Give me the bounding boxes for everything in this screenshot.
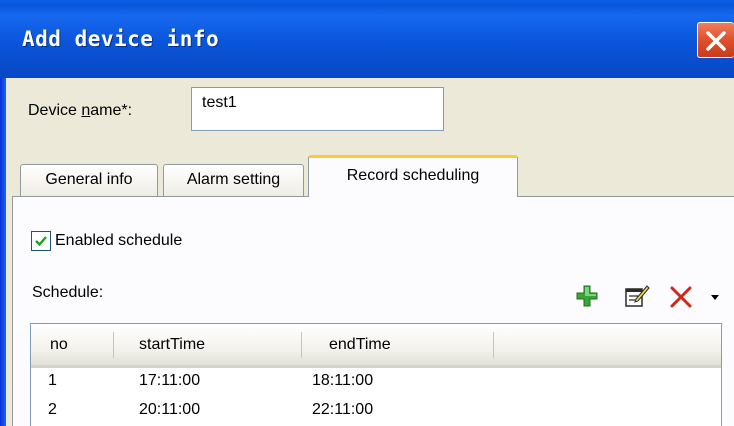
enabled-schedule-label: Enabled schedule bbox=[55, 232, 183, 249]
device-name-value: test1 bbox=[202, 94, 237, 111]
column-divider[interactable] bbox=[493, 332, 494, 358]
dropdown-arrow-icon[interactable] bbox=[709, 292, 721, 302]
cell-starttime: 17:11:00 bbox=[139, 372, 201, 389]
tab-alarm-setting[interactable]: Alarm setting bbox=[163, 164, 304, 196]
close-button[interactable] bbox=[697, 22, 734, 58]
device-name-label: Device name*: bbox=[28, 102, 133, 119]
enabled-schedule-checkbox[interactable] bbox=[31, 231, 51, 251]
schedule-table[interactable]: no startTime endTime 1 17:11:00 18:11:00… bbox=[30, 323, 722, 426]
close-icon bbox=[706, 31, 726, 51]
tab-record-scheduling[interactable]: Record scheduling bbox=[308, 155, 518, 197]
cell-starttime: 20:11:00 bbox=[139, 401, 201, 418]
column-header-endtime[interactable]: endTime bbox=[329, 336, 391, 354]
window-title: Add device info bbox=[22, 27, 220, 51]
delete-icon[interactable] bbox=[668, 284, 694, 310]
device-name-input[interactable]: test1 bbox=[191, 87, 444, 131]
title-bar: Add device info bbox=[0, 0, 734, 78]
column-header-starttime[interactable]: startTime bbox=[139, 336, 205, 354]
add-icon[interactable] bbox=[575, 284, 599, 308]
access-key-letter: n bbox=[81, 102, 91, 119]
checkmark-icon bbox=[35, 236, 47, 247]
schedule-label: Schedule: bbox=[32, 284, 104, 301]
cell-no: 1 bbox=[48, 372, 57, 389]
column-header-no[interactable]: no bbox=[50, 336, 68, 354]
cell-no: 2 bbox=[48, 401, 57, 418]
edit-icon[interactable] bbox=[624, 283, 650, 309]
table-header: no startTime endTime bbox=[31, 324, 721, 368]
tab-general-info[interactable]: General info bbox=[20, 164, 158, 196]
column-divider[interactable] bbox=[301, 332, 302, 358]
cell-endtime: 18:11:00 bbox=[312, 372, 374, 389]
column-divider[interactable] bbox=[113, 332, 114, 358]
cell-endtime: 22:11:00 bbox=[312, 401, 374, 418]
